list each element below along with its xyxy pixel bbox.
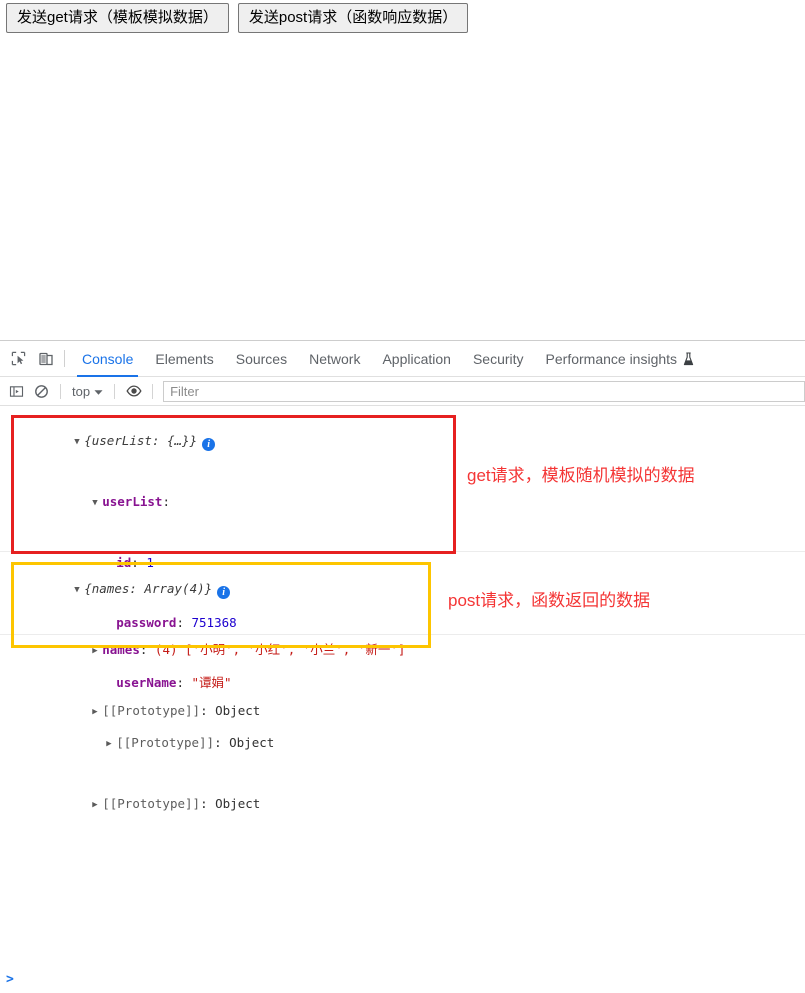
console-toolbar-separator-2 (114, 383, 116, 399)
javascript-context-selector[interactable]: top (67, 382, 108, 401)
console-log-area[interactable]: {userList: {…}}i userList: id: 1 passwor… (0, 406, 805, 811)
console-filter-input[interactable] (163, 380, 805, 402)
tab-console[interactable]: Console (71, 341, 144, 377)
expand-triangle-open-icon[interactable] (92, 493, 102, 513)
console-sidebar-icon-svg (9, 385, 24, 397)
prototype-key: [[Prototype]] (102, 703, 201, 718)
annotation-post-request: post请求，函数返回的数据 (448, 591, 651, 610)
property-separator: : (200, 796, 208, 811)
clear-console-icon-svg (35, 384, 48, 398)
javascript-context-label: top (72, 383, 91, 399)
tab-elements[interactable]: Elements (144, 341, 224, 377)
expand-triangle-closed-icon[interactable] (92, 702, 102, 722)
expand-triangle-open-icon[interactable] (74, 580, 84, 600)
web-page-content: 发送get请求（模板模拟数据） 发送post请求（函数响应数据） (0, 0, 805, 340)
tab-console-label: Console (82, 350, 134, 367)
console-prototype-row[interactable]: [[Prototype]]: Object (14, 681, 805, 742)
send-get-request-button[interactable]: 发送get请求（模板模拟数据） (6, 3, 229, 33)
expand-triangle-closed-icon[interactable] (92, 641, 102, 661)
console-toolbar: top (0, 377, 805, 406)
property-value: (4) ['小明', '小红', '小兰', '新一'] (154, 642, 406, 657)
console-toolbar-separator-3 (152, 383, 154, 399)
live-expression-eye-icon-svg (126, 385, 142, 397)
devtools-tabbar: Console Elements Sources Network Applica… (0, 341, 805, 377)
expand-triangle-closed-icon[interactable] (92, 795, 102, 815)
prototype-value: Object (215, 703, 261, 718)
clear-console-icon[interactable] (29, 379, 54, 403)
prototype-value: Object (215, 796, 261, 811)
console-prototype-row[interactable]: [[Prototype]]: Object (14, 774, 805, 835)
tab-elements-label: Elements (155, 350, 214, 367)
expand-triangle-open-icon[interactable] (74, 432, 84, 452)
tab-network-label: Network (309, 350, 361, 367)
send-post-request-button[interactable]: 发送post请求（函数响应数据） (237, 3, 469, 33)
inspect-element-icon[interactable] (4, 345, 32, 373)
object-preview: {userList: {…}} (84, 433, 198, 448)
property-key: userList (102, 494, 163, 509)
tab-application-label: Application (382, 350, 451, 367)
device-toolbar-icon-svg (39, 352, 53, 365)
console-message-divider (0, 551, 805, 552)
tab-performance-insights[interactable]: Performance insights (535, 341, 706, 377)
tab-performance-insights-label: Performance insights (545, 350, 678, 367)
tab-application[interactable]: Application (371, 341, 462, 377)
info-icon[interactable]: i (202, 438, 216, 451)
tab-sources[interactable]: Sources (225, 341, 298, 377)
tab-network[interactable]: Network (298, 341, 371, 377)
property-key: names (102, 642, 140, 657)
console-prompt-caret: > (6, 972, 14, 987)
devtools-panel: Console Elements Sources Network Applica… (0, 340, 805, 987)
property-separator: : (200, 703, 208, 718)
experiment-beaker-icon-svg (683, 351, 694, 365)
object-preview: {names: Array(4)} (84, 581, 213, 596)
prototype-key: [[Prototype]] (102, 796, 201, 811)
device-toolbar-icon[interactable] (32, 345, 60, 373)
experiment-beaker-icon (683, 351, 694, 366)
console-toolbar-separator-1 (60, 383, 61, 399)
live-expression-eye-icon[interactable] (121, 379, 146, 403)
console-sidebar-icon[interactable] (4, 379, 29, 403)
tab-security-label: Security (472, 350, 524, 367)
property-separator: : (162, 494, 170, 509)
console-message-names[interactable]: {names: Array(4)} i names: (4) ['小明', '小红… (0, 557, 805, 744)
tab-security[interactable]: Security (462, 341, 535, 377)
annotation-get-request: get请求，模板随机模拟的数据 (467, 466, 695, 485)
page-button-bar: 发送get请求（模板模拟数据） 发送post请求（函数响应数据） (6, 3, 469, 33)
tab-sources-label: Sources (235, 350, 288, 367)
console-property-row[interactable]: names: (4) ['小明', '小红', '小兰', '新一'] (14, 620, 805, 681)
inspect-element-icon-svg (11, 351, 25, 366)
tabbar-separator (64, 350, 65, 367)
console-message-divider-2 (0, 634, 805, 635)
console-message-header[interactable]: {names: Array(4)} i (14, 559, 805, 620)
info-icon[interactable]: i (217, 586, 231, 599)
chevron-down-icon (94, 384, 103, 399)
console-prompt-row[interactable]: > (0, 971, 805, 993)
chevron-down-icon-svg (94, 389, 103, 395)
